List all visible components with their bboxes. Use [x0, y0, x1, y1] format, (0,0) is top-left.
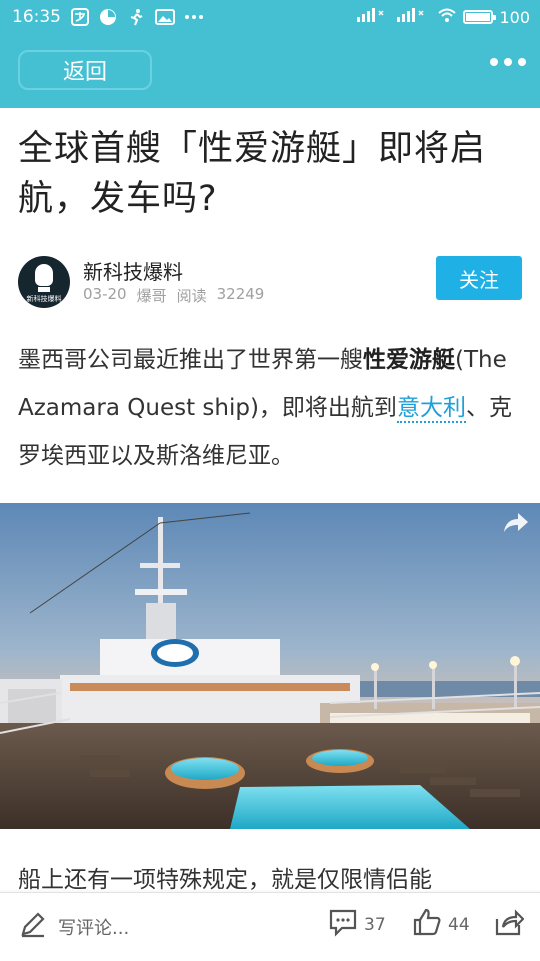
- more-notifications-icon: [183, 8, 203, 26]
- comments-button[interactable]: 37: [328, 907, 386, 942]
- likes-count: 44: [448, 914, 470, 935]
- status-time: 16:35: [12, 7, 61, 27]
- author-row: 新科技爆料 新科技爆料 03-20 爆哥 阅读 32249 关注: [18, 254, 522, 308]
- more-options-button[interactable]: [490, 58, 526, 66]
- comment-bubble-icon: [328, 907, 358, 942]
- avatar-logo-text: 新科技爆料: [26, 295, 62, 303]
- status-right: 100: [357, 7, 530, 27]
- more-dot-icon: [490, 58, 498, 66]
- top-nav-bar: 返回: [0, 34, 540, 108]
- wifi-icon: [437, 7, 457, 27]
- more-dot-icon: [504, 58, 512, 66]
- article-meta: 03-20 爆哥 阅读 32249: [83, 285, 264, 306]
- editor-name: 爆哥: [136, 287, 167, 305]
- battery-icon: [463, 10, 497, 24]
- comment-input[interactable]: 写评论...: [18, 909, 129, 944]
- paragraph-text: 墨西哥公司最近推出了世界第一艘: [18, 347, 363, 373]
- more-dot-icon: [518, 58, 526, 66]
- reads-label: 阅读: [176, 287, 207, 305]
- cruise-ship-illustration: [0, 503, 540, 829]
- author-avatar[interactable]: 新科技爆料: [18, 256, 70, 308]
- article-paragraph: 墨西哥公司最近推出了世界第一艘性爱游艇(The Azamara Quest sh…: [18, 336, 526, 480]
- italy-link[interactable]: 意大利: [396, 395, 466, 423]
- battery-fill: [466, 13, 491, 21]
- battery-percent: 100: [499, 7, 530, 27]
- alipay-icon: [71, 8, 89, 26]
- reads-count: 32249: [216, 285, 265, 303]
- gallery-icon: [155, 8, 175, 26]
- status-bar: 16:35 100: [0, 0, 540, 34]
- article-image[interactable]: [0, 503, 540, 829]
- share-image-icon[interactable]: [502, 511, 530, 535]
- thumbs-up-icon: [412, 907, 442, 942]
- article-title: 全球首艘「性爱游艇」即将启航，发车吗?: [18, 129, 487, 219]
- share-icon: [494, 907, 525, 942]
- author-name[interactable]: 新科技爆料: [83, 256, 183, 285]
- signal-icon: [357, 7, 391, 27]
- paragraph-bold-text: 性爱游艇: [363, 347, 455, 373]
- lightbulb-base: [38, 287, 50, 292]
- back-button[interactable]: 返回: [18, 50, 152, 90]
- share-button[interactable]: [494, 907, 525, 942]
- signal-2-icon: [397, 7, 431, 27]
- bottom-action-bar: 写评论... 37 44: [0, 892, 540, 961]
- like-button[interactable]: 44: [412, 907, 470, 942]
- status-left: 16:35: [12, 7, 203, 27]
- publish-date: 03-20: [83, 285, 127, 303]
- lightbulb-icon: [35, 264, 53, 286]
- runner-icon: [127, 8, 145, 26]
- comment-placeholder: 写评论...: [58, 917, 130, 939]
- follow-button[interactable]: 关注: [436, 256, 522, 300]
- comments-count: 37: [364, 914, 386, 935]
- app-circle-icon: [99, 8, 117, 26]
- pencil-icon: [18, 909, 48, 944]
